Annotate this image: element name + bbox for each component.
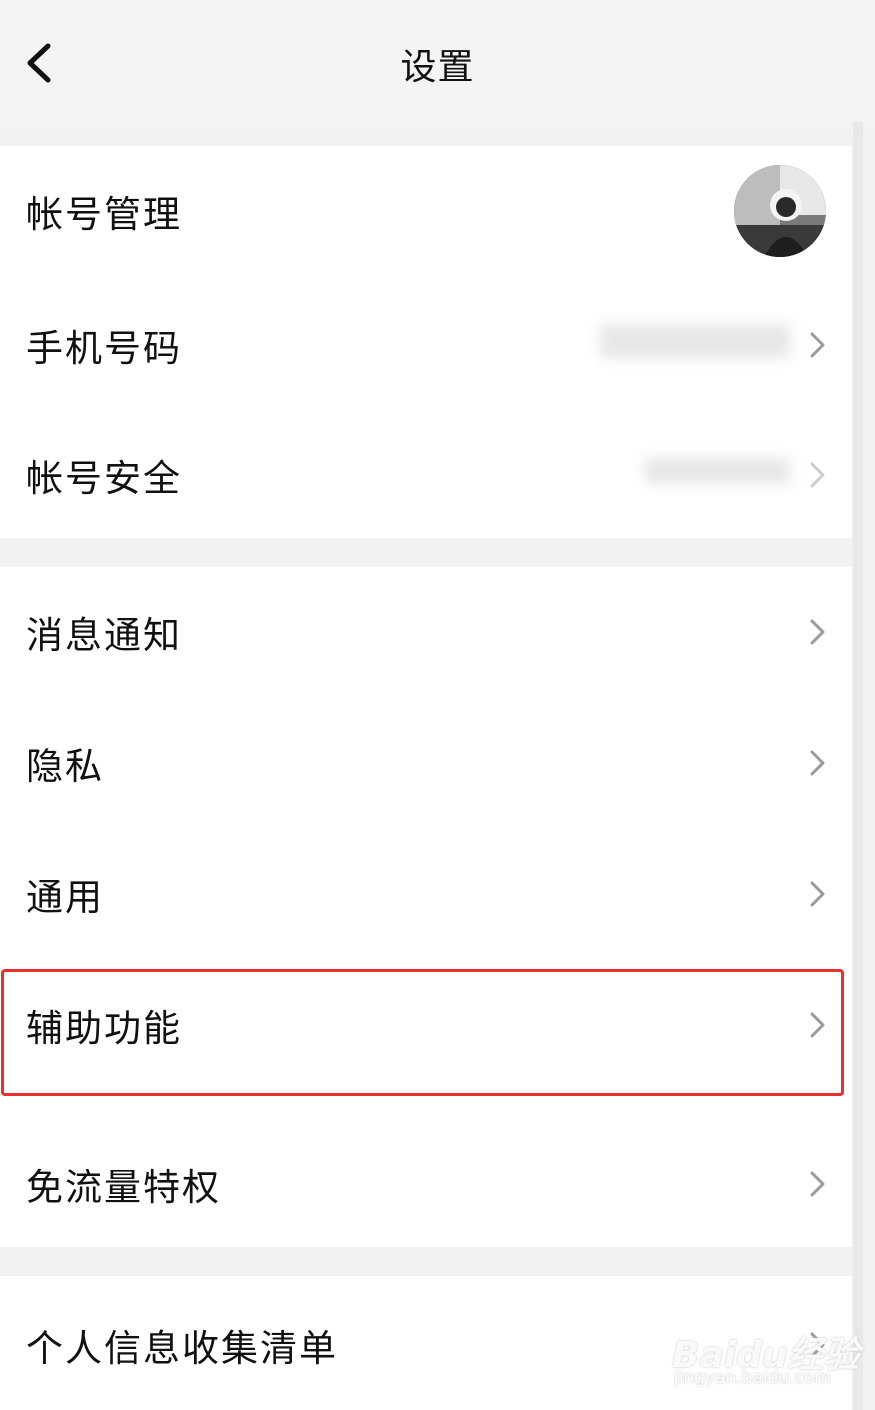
row-label: 隐私 xyxy=(26,745,104,788)
chevron-right-icon xyxy=(810,750,825,776)
row-accessibility[interactable]: 辅助功能 xyxy=(0,960,852,1090)
row-label: 消息通知 xyxy=(26,614,182,657)
row-message-notification[interactable]: 消息通知 xyxy=(0,567,852,697)
row-general[interactable]: 通用 xyxy=(0,829,852,959)
settings-group-general: 消息通知 隐私 通用 辅助功能 免流量特权 xyxy=(0,567,852,1247)
row-label: 帐号管理 xyxy=(26,193,182,236)
row-account-management[interactable]: 帐号管理 xyxy=(0,146,852,276)
settings-group-account: 帐号管理 手机号码 帐号安全 xyxy=(0,146,852,538)
row-label: 个人信息收集清单 xyxy=(26,1327,338,1370)
row-label: 通用 xyxy=(26,876,104,919)
chevron-right-icon xyxy=(810,462,825,488)
row-phone-number[interactable]: 手机号码 xyxy=(0,280,852,410)
chevron-right-icon xyxy=(810,881,825,907)
row-free-data-privilege[interactable]: 免流量特权 xyxy=(0,1119,852,1249)
top-bar: 设置 xyxy=(0,0,875,130)
watermark-url: jingyan.baidu.com xyxy=(674,1368,831,1388)
chevron-right-icon xyxy=(810,1012,825,1038)
scrollbar[interactable] xyxy=(853,122,863,1410)
avatar-image xyxy=(734,165,826,257)
row-label: 免流量特权 xyxy=(26,1166,221,1209)
avatar[interactable] xyxy=(734,165,826,257)
row-label: 手机号码 xyxy=(26,327,182,370)
chevron-right-icon xyxy=(810,619,825,645)
row-privacy[interactable]: 隐私 xyxy=(0,698,852,828)
watermark: Baidu经验 jingyan.baidu.com xyxy=(672,1308,859,1390)
redacted-phone-value xyxy=(600,324,790,358)
row-label: 辅助功能 xyxy=(26,1007,182,1050)
chevron-right-icon xyxy=(810,1171,825,1197)
chevron-right-icon xyxy=(810,332,825,358)
row-account-security[interactable]: 帐号安全 xyxy=(0,410,852,540)
page-title: 设置 xyxy=(400,47,475,88)
row-label: 帐号安全 xyxy=(26,457,182,500)
redacted-security-value xyxy=(645,458,790,484)
